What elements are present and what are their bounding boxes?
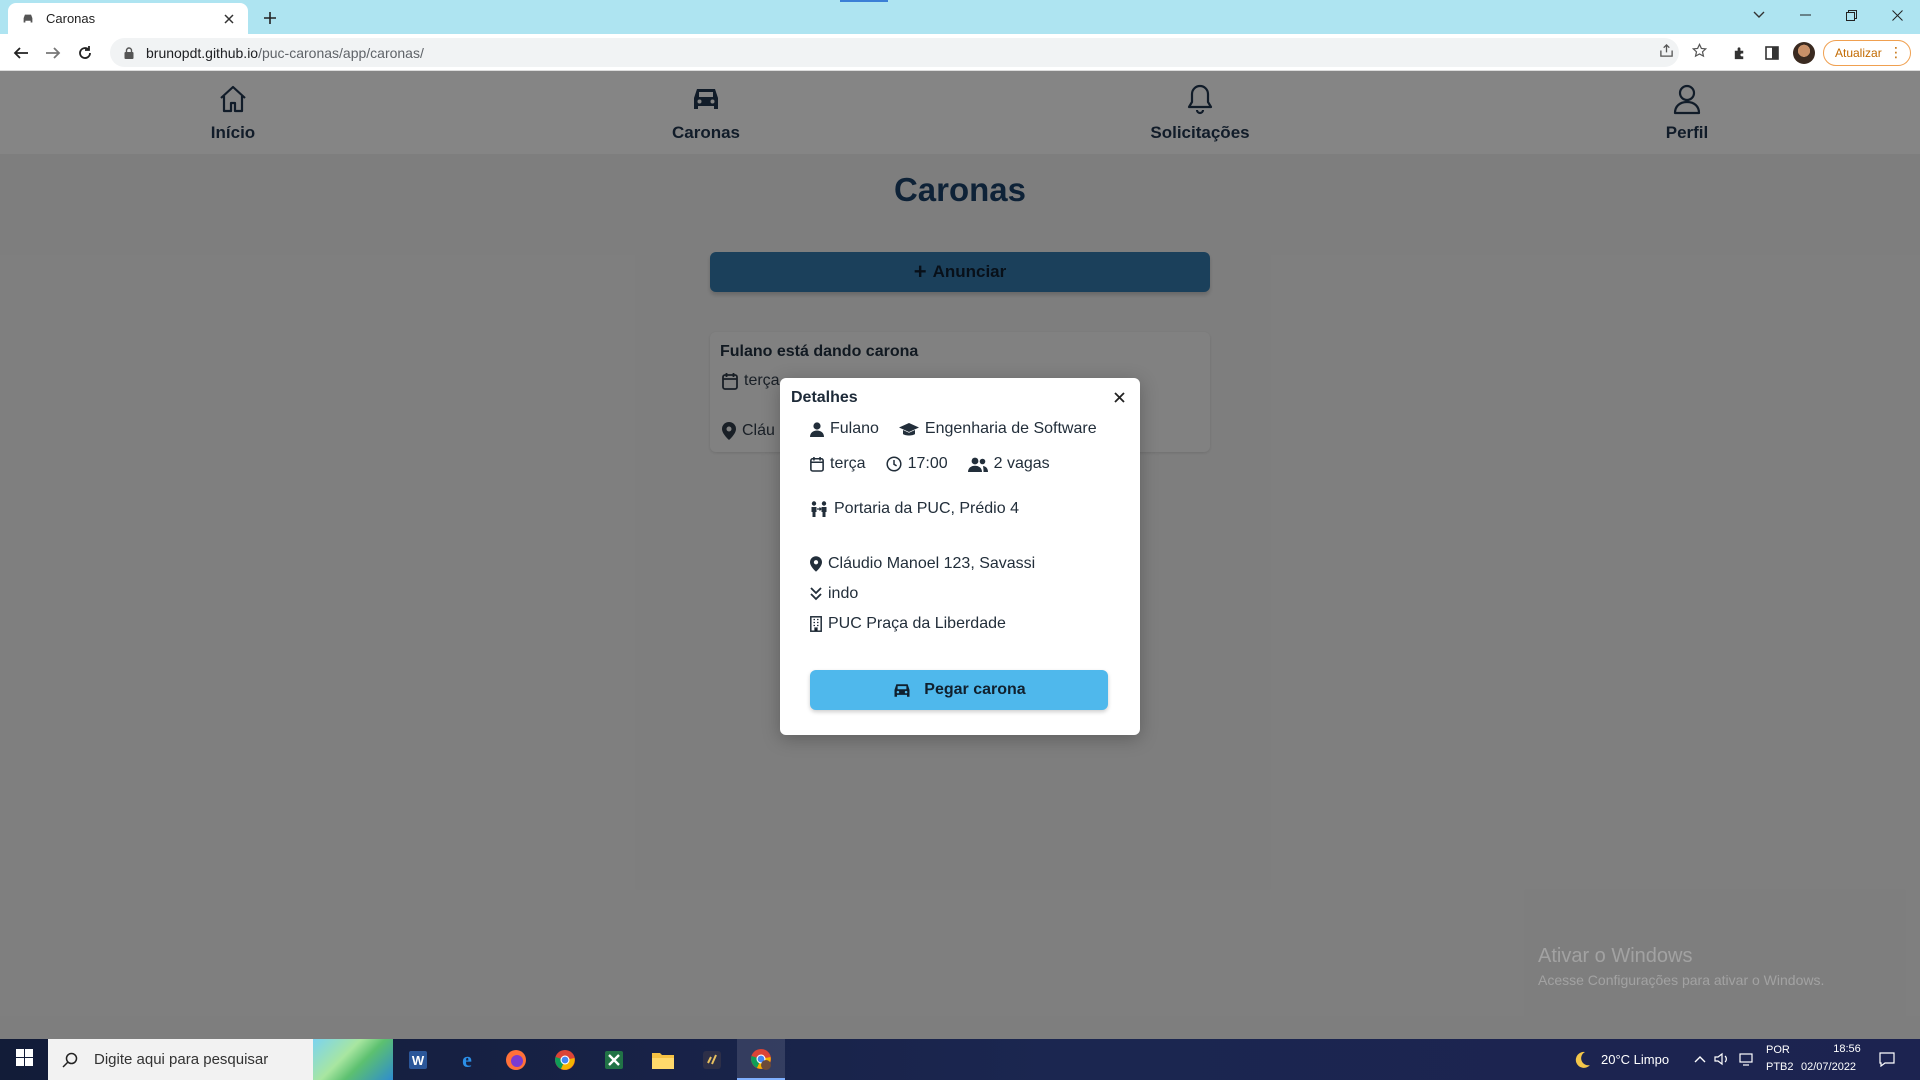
update-browser-button[interactable]: Atualizar ⋮ (1823, 40, 1911, 66)
close-tab-icon[interactable] (220, 10, 238, 28)
take-ride-button[interactable]: Pegar carona (810, 670, 1108, 710)
windows-taskbar: Digite aqui para pesquisar W e 20°C Limp… (0, 1039, 1920, 1080)
driver-name: Fulano (830, 420, 879, 437)
seats-info: 2 vagas (967, 455, 1050, 473)
minimize-icon[interactable] (1782, 0, 1828, 30)
tab-title: Caronas (46, 11, 96, 26)
destination-text: PUC Praça da Liberdade (828, 615, 1006, 632)
watermark-title: Ativar o Windows (1538, 945, 1693, 967)
taskbar-search[interactable]: Digite aqui para pesquisar (48, 1039, 393, 1080)
chevron-up-icon[interactable] (1691, 1050, 1709, 1068)
url-path: /puc-caronas/app/caronas/ (258, 44, 424, 61)
language-line1[interactable]: POR (1766, 1044, 1790, 1056)
calendar-icon (810, 456, 824, 472)
building-icon (810, 616, 822, 632)
destination-row: PUC Praça da Liberdade (810, 615, 1006, 633)
take-ride-label: Pegar carona (924, 681, 1026, 698)
clock-date[interactable]: 02/07/2022 (1801, 1061, 1856, 1073)
chrome-active-window-icon[interactable] (737, 1039, 785, 1080)
ride-day: terça (830, 455, 866, 472)
notifications-icon[interactable] (1878, 1050, 1896, 1068)
internet-explorer-app-icon[interactable]: e (443, 1039, 491, 1080)
users-icon (967, 457, 988, 472)
schedule-row: terça 17:00 2 vagas (810, 455, 1070, 473)
meeting-point-row: Portaria da PUC, Prédio 4 (810, 500, 1019, 518)
file-explorer-app-icon[interactable] (639, 1039, 687, 1080)
svg-text:W: W (412, 1053, 425, 1068)
direction-text: indo (828, 585, 859, 602)
network-icon[interactable] (1738, 1050, 1756, 1068)
windows-logo-icon (15, 1048, 33, 1071)
lock-icon[interactable] (122, 46, 136, 60)
day-info: terça (810, 455, 866, 473)
search-placeholder: Digite aqui para pesquisar (94, 1051, 269, 1068)
clock-icon (886, 456, 902, 472)
extensions-icon[interactable] (1729, 43, 1749, 63)
start-button[interactable] (0, 1039, 48, 1080)
weather-text[interactable]: 20°C Limpo (1601, 1052, 1669, 1067)
windows-activation-watermark: Ativar o Windows Acesse Configurações pa… (1538, 945, 1824, 988)
excel-app-icon[interactable] (590, 1039, 638, 1080)
map-pin-icon (810, 556, 822, 572)
new-tab-icon[interactable] (258, 6, 282, 30)
browser-tabstrip: Caronas (0, 0, 1920, 34)
user-solid-icon (810, 421, 824, 437)
chevrons-down-icon (810, 587, 822, 601)
code-editor-app-icon[interactable] (688, 1039, 736, 1080)
side-panel-icon[interactable] (1762, 43, 1782, 63)
firefox-app-icon[interactable] (492, 1039, 540, 1080)
close-icon[interactable] (1108, 386, 1130, 408)
origin-row: Cláudio Manoel 123, Savassi (810, 555, 1035, 573)
bookmark-star-icon[interactable] (1690, 41, 1708, 59)
driver-course-row: Fulano Engenharia de Software (810, 420, 1117, 438)
ride-time: 17:00 (907, 455, 948, 472)
direction-row: indo (810, 585, 858, 603)
url-text: brunopdt.github.io/puc-caronas/app/caron… (146, 45, 424, 61)
chrome-app-icon[interactable] (541, 1039, 589, 1080)
search-highlight-art (313, 1039, 393, 1080)
car-icon (892, 683, 912, 698)
restore-icon[interactable] (1828, 0, 1874, 30)
word-app-icon[interactable]: W (394, 1039, 442, 1080)
people-meeting-icon (810, 501, 828, 517)
forward-icon[interactable] (40, 40, 66, 66)
meeting-point: Portaria da PUC, Prédio 4 (834, 500, 1019, 517)
origin-address: Cláudio Manoel 123, Savassi (828, 555, 1036, 572)
profile-avatar[interactable] (1793, 42, 1815, 64)
close-window-icon[interactable] (1874, 0, 1920, 30)
course-info: Engenharia de Software (898, 420, 1097, 438)
course-name: Engenharia de Software (924, 420, 1097, 437)
car-favicon-icon (20, 11, 36, 27)
clock-time[interactable]: 18:56 (1817, 1043, 1877, 1055)
svg-text:e: e (462, 1048, 472, 1072)
address-bar[interactable]: brunopdt.github.io/puc-caronas/app/caron… (110, 38, 1679, 67)
browser-toolbar: brunopdt.github.io/puc-caronas/app/caron… (0, 34, 1920, 71)
reload-icon[interactable] (72, 40, 98, 66)
search-icon (62, 1051, 80, 1069)
url-host: brunopdt.github.io (146, 44, 259, 61)
language-line2[interactable]: PTB2 (1766, 1061, 1794, 1073)
page-content: Início Caronas Solicitações Perfil Caron… (0, 71, 1920, 1039)
graduation-cap-icon (898, 422, 919, 437)
more-menu-icon[interactable]: ⋮ (1889, 45, 1903, 59)
driver-info: Fulano (810, 420, 879, 438)
tabstrip-indicator (840, 0, 888, 2)
browser-tab[interactable]: Caronas (8, 3, 248, 34)
volume-icon[interactable] (1713, 1050, 1731, 1068)
details-modal: Detalhes Fulano Engenharia de Software t… (780, 378, 1140, 735)
moon-weather-icon[interactable] (1571, 1049, 1593, 1071)
time-info: 17:00 (886, 455, 948, 473)
tab-search-icon[interactable] (1736, 0, 1782, 30)
ride-seats: 2 vagas (993, 455, 1050, 472)
share-icon[interactable] (1657, 41, 1675, 59)
back-icon[interactable] (8, 40, 34, 66)
modal-title: Detalhes (791, 389, 858, 406)
update-label: Atualizar (1835, 46, 1882, 60)
watermark-subtitle: Acesse Configurações para ativar o Windo… (1538, 972, 1825, 988)
